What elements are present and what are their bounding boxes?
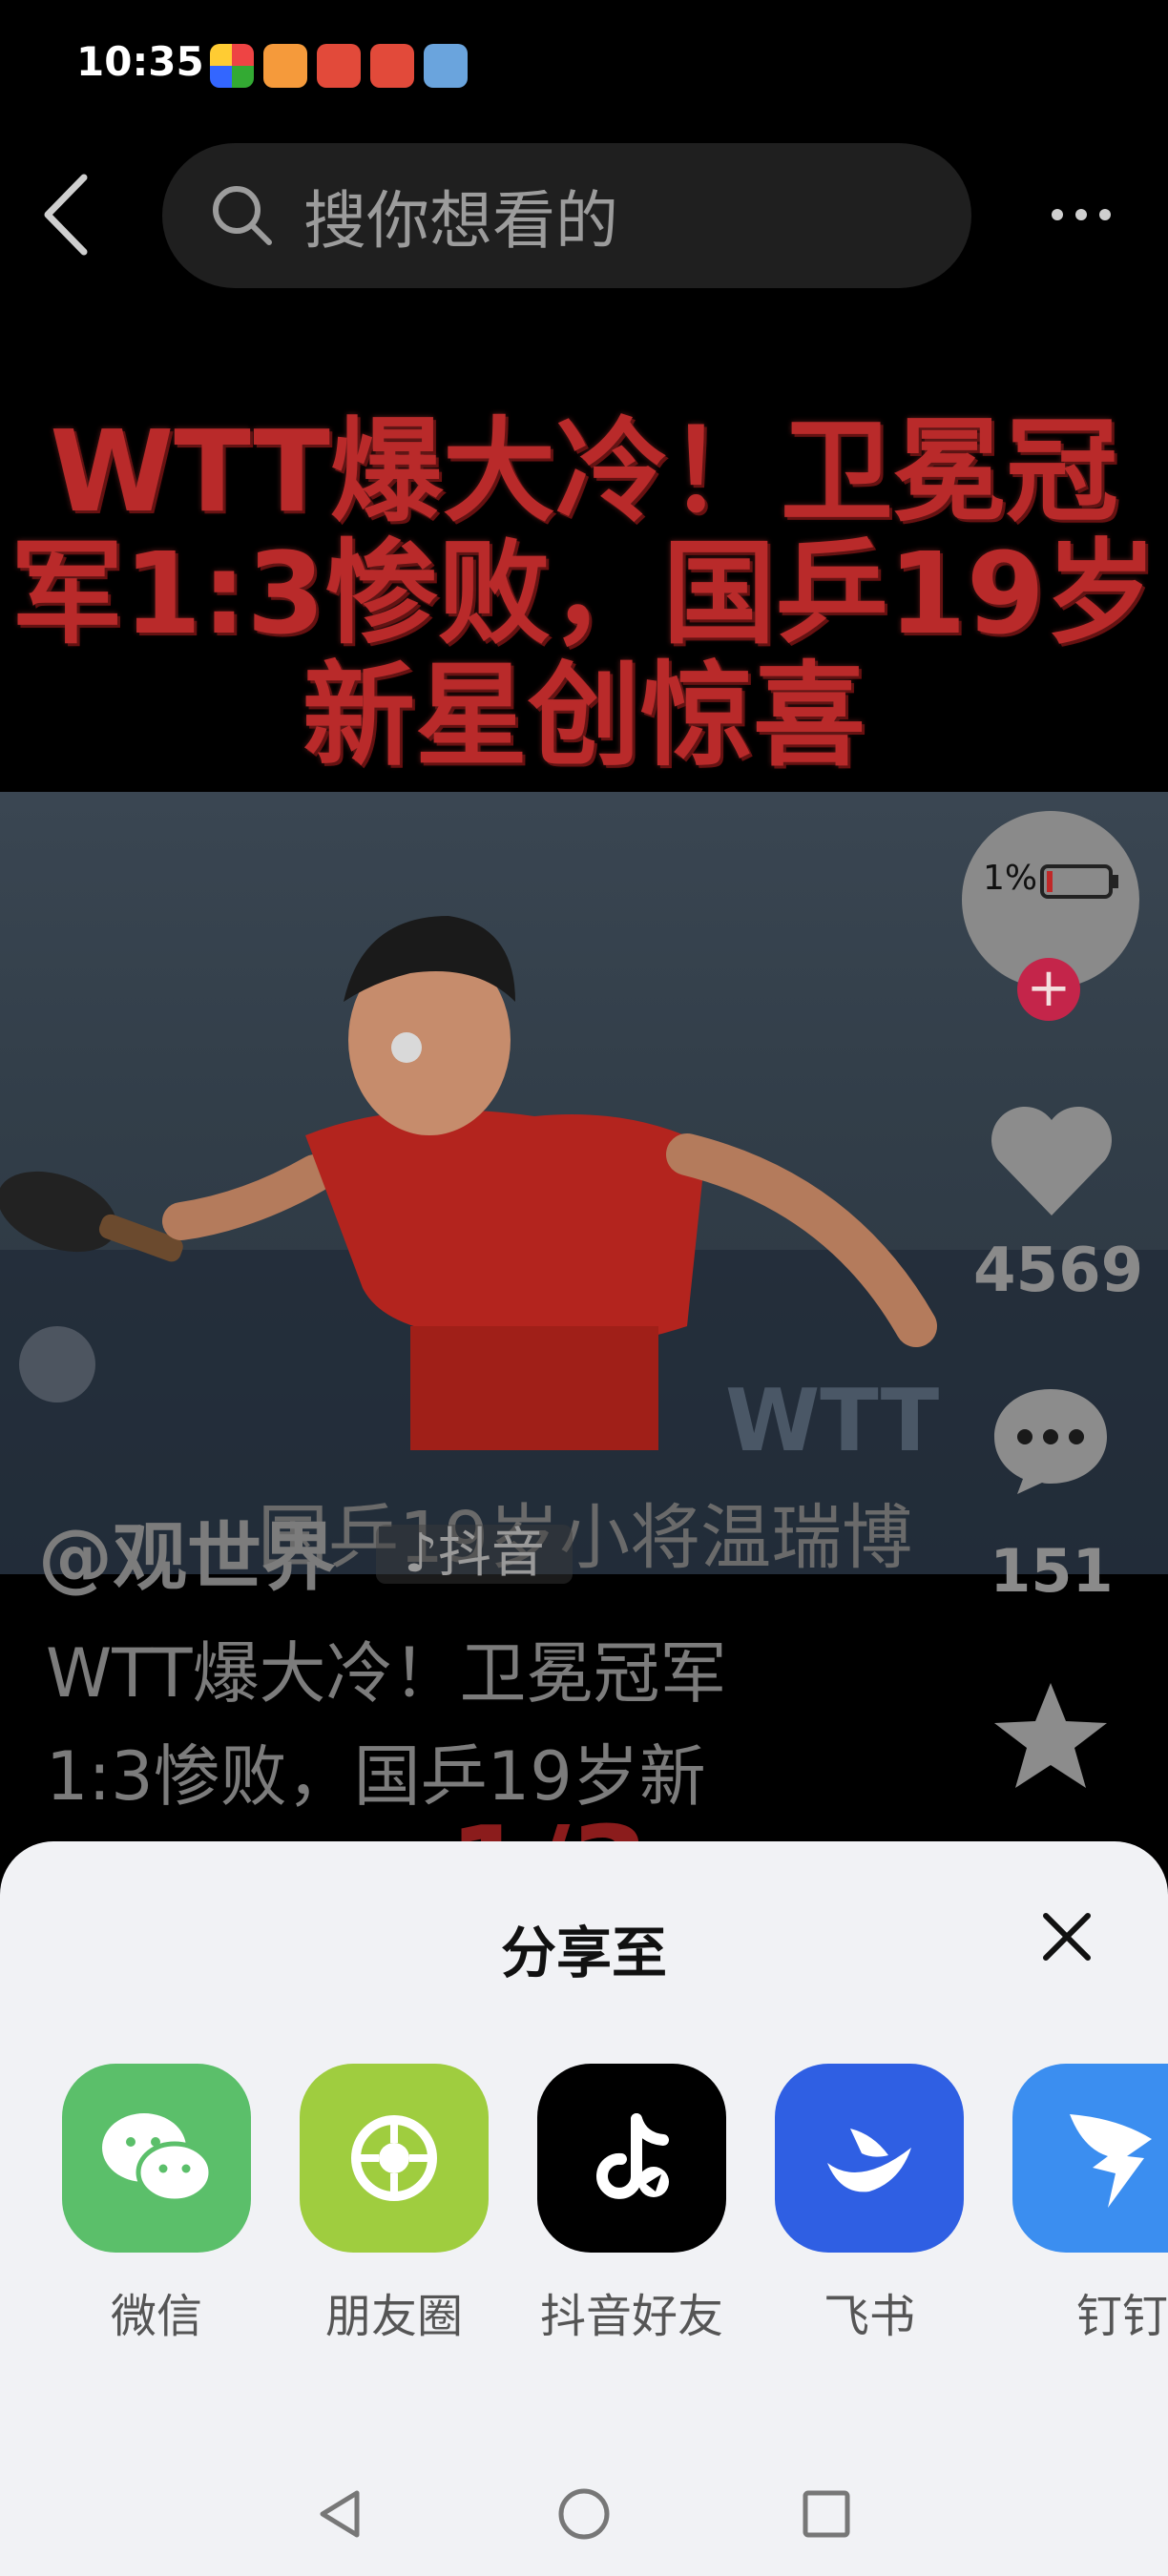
overlay-title-line: WTT爆大冷！卫冕冠 — [50, 405, 1118, 537]
video-subtitle: 国乒19岁小将温瑞博 — [258, 1497, 913, 1579]
moments-icon — [351, 2115, 437, 2201]
app-notification-icon — [317, 44, 361, 88]
share-dingtalk-button[interactable] — [1012, 2064, 1168, 2253]
star-icon[interactable] — [989, 1679, 1113, 1794]
overlay-title-line: 新星创惊喜 — [302, 650, 866, 781]
douyin-icon — [596, 2113, 669, 2199]
description-line: WTT爆大冷！卫冕冠军 — [46, 1634, 727, 1713]
search-icon — [213, 186, 272, 245]
heart-icon[interactable] — [985, 1097, 1118, 1221]
share-target-label: 朋友圈 — [324, 2290, 463, 2343]
share-feishu-button[interactable] — [775, 2064, 964, 2253]
share-target-label: 微信 — [110, 2290, 202, 2343]
comment-count: 151 — [990, 1536, 1114, 1606]
share-target-label: 飞书 — [823, 2290, 915, 2343]
app-notification-icon — [263, 44, 307, 88]
share-target-label: 抖音好友 — [539, 2290, 723, 2343]
share-douyin-friends-button[interactable] — [537, 2064, 726, 2253]
status-time: 10:35 — [76, 38, 204, 85]
overlay-title-line: 军1:3惨败，国乒19岁 — [10, 528, 1158, 659]
search-bar[interactable]: 搜你想看的 — [162, 143, 971, 288]
close-icon[interactable] — [1038, 1908, 1095, 1965]
nav-home-icon[interactable] — [555, 2485, 613, 2543]
like-count: 4569 — [973, 1236, 1144, 1306]
app-notification-icon — [424, 44, 468, 88]
follow-button[interactable]: + — [1017, 958, 1080, 1021]
svg-text:WTT: WTT — [725, 1371, 939, 1471]
wechat-icon — [102, 2113, 214, 2204]
share-moments-button[interactable] — [300, 2064, 489, 2253]
feishu-icon — [827, 2129, 911, 2192]
share-target-label: 钉钉 — [1075, 2290, 1168, 2343]
app-notification-icon — [370, 44, 414, 88]
battery-low-icon — [1040, 864, 1118, 899]
comment-icon[interactable] — [989, 1381, 1113, 1496]
video-description[interactable]: WTT爆大冷！卫冕冠军 1:3惨败，国乒19岁新 — [46, 1622, 905, 1828]
nav-recents-icon[interactable] — [798, 2485, 855, 2543]
author-name[interactable]: @观世界 — [38, 1498, 336, 1605]
douyin-watermark: ♪抖音 — [376, 1525, 573, 1584]
search-input[interactable]: 搜你想看的 — [303, 170, 618, 261]
dingtalk-icon — [1070, 2114, 1152, 2208]
app-notification-icon — [210, 44, 254, 88]
more-options-icon[interactable] — [1048, 191, 1115, 239]
video-overlay-title: WTT爆大冷！卫冕冠 军1:3惨败，国乒19岁 新星创惊喜 — [0, 410, 1168, 777]
battery-percentage: 1% — [983, 859, 1038, 898]
share-wechat-button[interactable] — [62, 2064, 251, 2253]
nav-back-icon[interactable] — [313, 2485, 370, 2543]
share-sheet-title: 分享至 — [500, 1921, 667, 1985]
back-arrow-icon[interactable] — [38, 172, 95, 258]
